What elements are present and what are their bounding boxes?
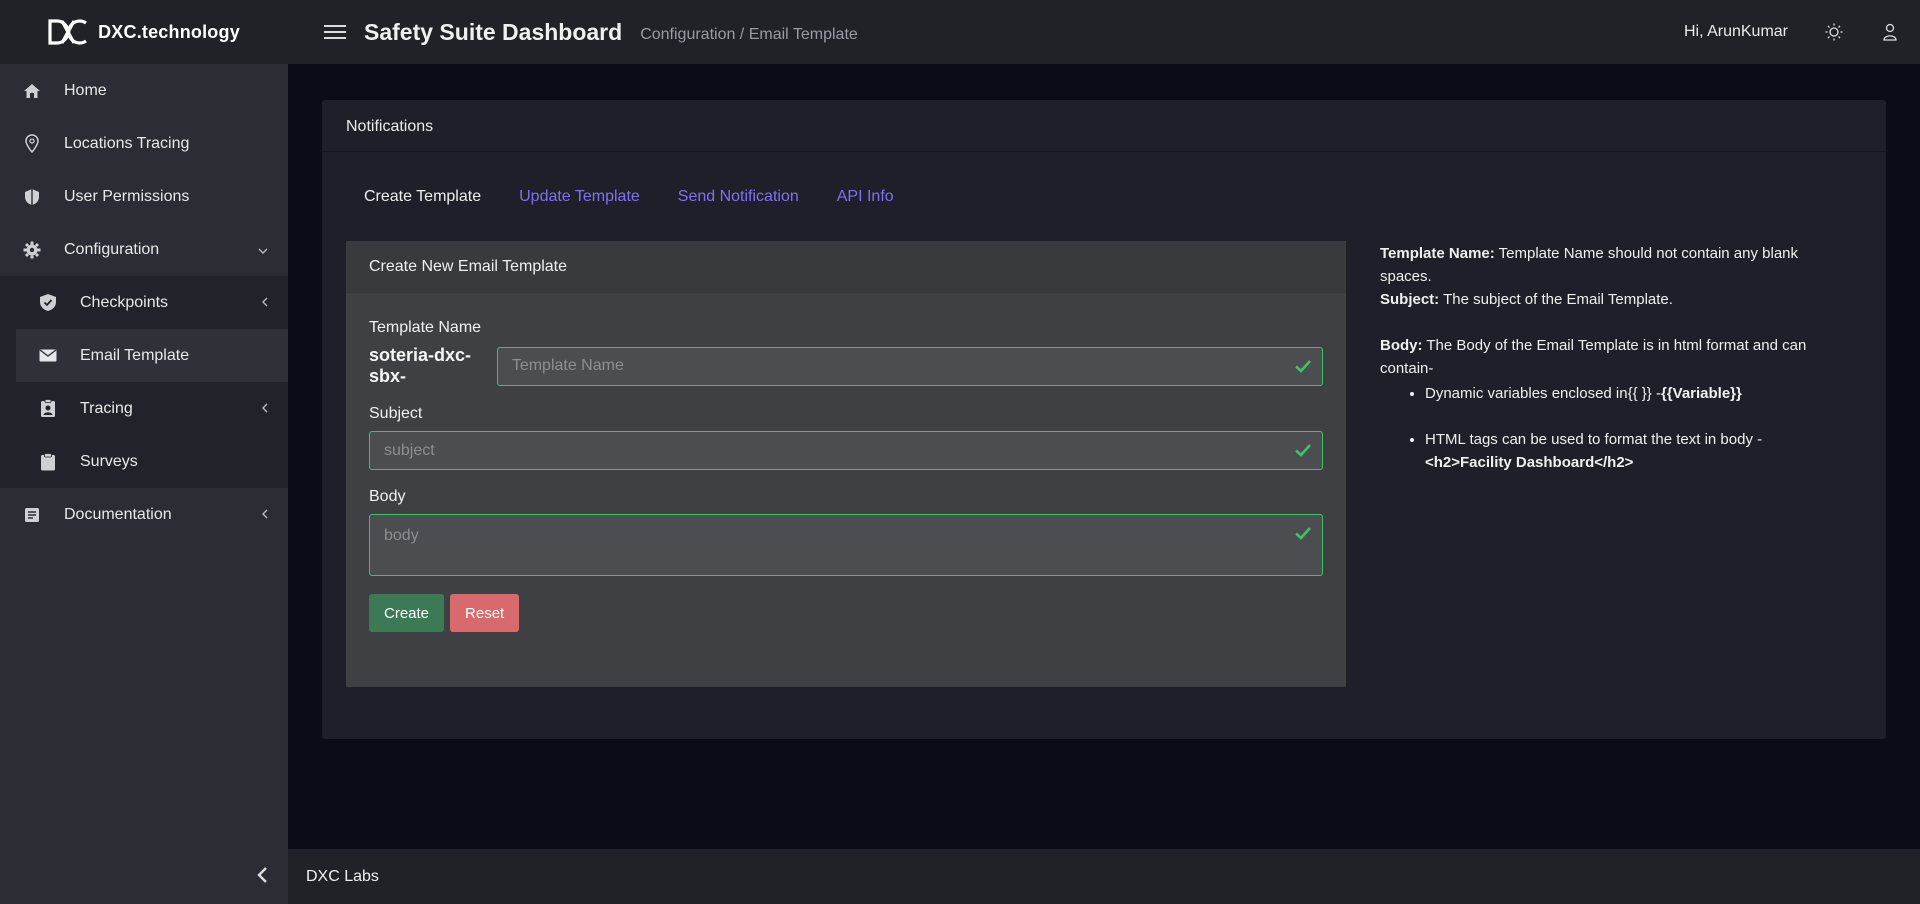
- shield-check-icon: [38, 293, 58, 313]
- brand-name: DXC.technology: [98, 21, 240, 42]
- dxc-logo-icon: [48, 19, 88, 45]
- form-title: Create New Email Template: [346, 241, 1346, 293]
- help-bullet-text: Dynamic variables enclosed in{{ }} -: [1425, 385, 1661, 402]
- clipboard-icon: [38, 452, 58, 472]
- valid-check-icon: [1294, 357, 1312, 380]
- sidebar-item-label: Tracing: [80, 399, 133, 417]
- help-list: Dynamic variables enclosed in{{ }} -{{Va…: [1425, 382, 1840, 474]
- sidebar-item-label: Surveys: [80, 452, 138, 470]
- body-label: Body: [369, 488, 406, 505]
- help-template-name-key: Template Name:: [1380, 245, 1495, 262]
- sidebar: DXC.technology Home Locations Tracing Us…: [0, 0, 288, 904]
- help-list-item: HTML tags can be used to format the text…: [1425, 428, 1840, 474]
- subject-label: Subject: [369, 405, 423, 422]
- app-title: Safety Suite Dashboard: [364, 18, 623, 45]
- help-panel: Template Name: Template Name should not …: [1380, 242, 1840, 497]
- sidebar-item-label: Documentation: [64, 505, 172, 523]
- shield-icon: [22, 187, 42, 207]
- help-bullet-text: HTML tags can be used to format the text…: [1425, 431, 1763, 448]
- chevron-left-icon: [262, 402, 268, 416]
- sidebar-item-label: Home: [64, 81, 107, 99]
- chevron-down-icon: [258, 243, 268, 257]
- sidebar-item-locations-tracing[interactable]: Locations Tracing: [0, 117, 288, 170]
- home-icon: [22, 81, 42, 101]
- sidebar-item-surveys[interactable]: Surveys: [0, 435, 288, 488]
- sidebar-nav: Home Locations Tracing User Permissions …: [0, 64, 288, 276]
- help-body-key: Body:: [1380, 337, 1423, 354]
- help-bullet-bold: <h2>Facility Dashboard</h2>: [1425, 454, 1634, 471]
- valid-check-icon: [1294, 524, 1312, 547]
- sidebar-item-label: Checkpoints: [80, 293, 169, 311]
- sidebar-item-label: User Permissions: [64, 187, 190, 205]
- tab-create-template[interactable]: Create Template: [364, 188, 481, 206]
- sidebar-item-label: Email Template: [80, 346, 190, 364]
- body-placeholder: body: [384, 527, 419, 544]
- user-greeting: Hi, ArunKumar: [1683, 23, 1788, 40]
- reset-button[interactable]: Reset: [450, 594, 520, 632]
- help-subject-key: Subject:: [1380, 291, 1440, 308]
- notification-tabs: Create Template Update Template Send Not…: [364, 188, 894, 206]
- help-subject-text: The subject of the Email Template.: [1439, 291, 1673, 308]
- collapse-sidebar-chevron-icon[interactable]: [256, 864, 268, 890]
- sidebar-item-checkpoints[interactable]: Checkpoints: [0, 276, 288, 329]
- tab-send-notification[interactable]: Send Notification: [678, 188, 799, 206]
- body-textarea[interactable]: body: [369, 514, 1323, 576]
- theme-toggle-sun-icon[interactable]: [1824, 22, 1844, 42]
- configuration-subnav: Checkpoints Email Template Tracing Surve…: [0, 276, 288, 488]
- sidebar-item-tracing[interactable]: Tracing: [0, 382, 288, 435]
- help-bullet-bold: {{Variable}}: [1660, 385, 1742, 402]
- sidebar-nav-lower: Documentation: [0, 488, 288, 541]
- page-footer: DXC Labs: [288, 849, 1920, 904]
- template-name-prefix: soteria-dxc-sbx-: [369, 345, 472, 386]
- hamburger-menu-icon[interactable]: [324, 21, 346, 43]
- notifications-card: Notifications Create Template Update Tem…: [322, 100, 1886, 739]
- template-name-input[interactable]: Template Name: [496, 346, 1323, 386]
- subject-input[interactable]: subject: [369, 431, 1323, 470]
- create-template-form: Create New Email Template Template Name …: [346, 241, 1346, 687]
- user-profile-icon[interactable]: [1880, 22, 1900, 42]
- help-body-text: The Body of the Email Template is in htm…: [1380, 337, 1807, 377]
- sidebar-item-home[interactable]: Home: [0, 64, 288, 117]
- create-button[interactable]: Create: [369, 594, 445, 632]
- chevron-left-icon: [262, 508, 268, 522]
- sidebar-item-email-template[interactable]: Email Template: [16, 329, 288, 382]
- valid-check-icon: [1294, 441, 1312, 464]
- envelope-icon: [38, 346, 58, 366]
- sidebar-item-label: Configuration: [64, 240, 160, 258]
- tab-api-info[interactable]: API Info: [837, 188, 894, 206]
- sidebar-item-documentation[interactable]: Documentation: [0, 488, 288, 541]
- document-icon: [22, 505, 42, 525]
- brand[interactable]: DXC.technology: [0, 0, 288, 64]
- sidebar-footer: [0, 849, 288, 904]
- template-name-label: Template Name: [369, 319, 482, 336]
- gear-icon: [22, 240, 42, 260]
- subject-placeholder: subject: [384, 441, 435, 459]
- sidebar-item-user-permissions[interactable]: User Permissions: [0, 170, 288, 223]
- footer-text: DXC Labs: [306, 867, 379, 885]
- breadcrumb: Configuration / Email Template: [640, 26, 858, 43]
- tab-update-template[interactable]: Update Template: [519, 188, 640, 206]
- top-header: Safety Suite Dashboard Configuration / E…: [288, 0, 1920, 64]
- card-title: Notifications: [322, 100, 1886, 152]
- help-list-item: Dynamic variables enclosed in{{ }} -{{Va…: [1425, 382, 1840, 405]
- id-badge-icon: [38, 399, 58, 419]
- sidebar-item-configuration[interactable]: Configuration: [0, 223, 288, 276]
- chevron-left-icon: [262, 296, 268, 310]
- sidebar-item-label: Locations Tracing: [64, 134, 190, 152]
- template-name-placeholder: Template Name: [511, 357, 624, 374]
- map-pin-icon: [22, 134, 42, 154]
